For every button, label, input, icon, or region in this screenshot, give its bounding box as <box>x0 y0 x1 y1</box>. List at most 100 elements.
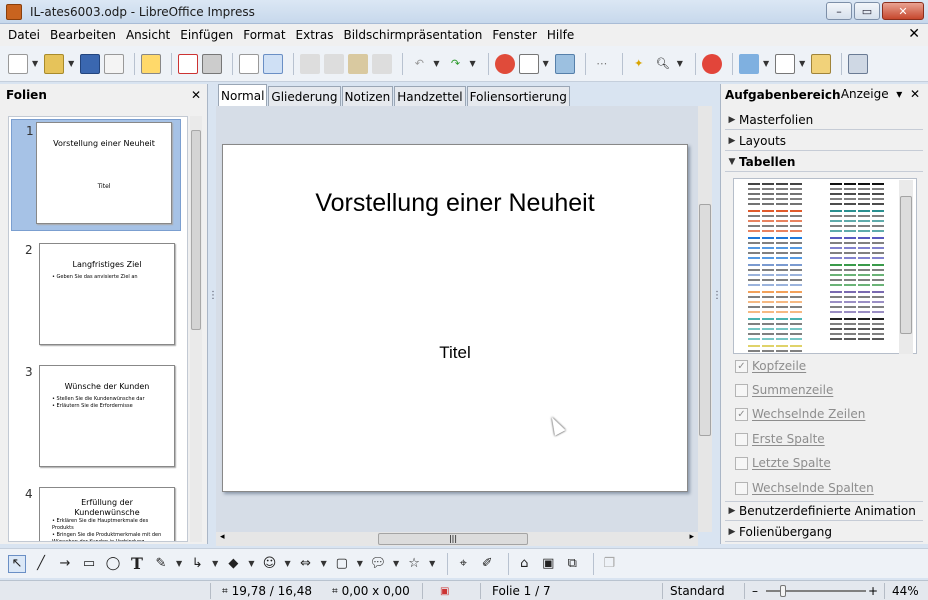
chart-icon[interactable] <box>494 53 515 74</box>
paste-icon[interactable] <box>348 53 369 74</box>
maximize-button[interactable]: ▭ <box>854 2 880 20</box>
letzte-spalte-checkbox[interactable] <box>735 456 748 470</box>
save-icon[interactable] <box>80 53 101 74</box>
erste-spalte-checkbox[interactable] <box>735 432 748 446</box>
slide-entry-3[interactable]: 3 Wünsche der Kunden • Stellen Sie die K… <box>11 361 181 473</box>
table-style-swatch[interactable] <box>748 264 802 286</box>
task-pane-view-menu[interactable]: Anzeige ▾ ✕ <box>841 87 920 101</box>
line-icon[interactable]: ╱ <box>32 555 50 573</box>
slide-thumbnail[interactable]: Wünsche der Kunden • Stellen Sie die Kun… <box>39 365 175 467</box>
canvas-horizontal-scrollbar[interactable]: ◂ ||| ▸ <box>216 532 698 546</box>
tab-handzettel[interactable]: Handzettel <box>394 86 466 106</box>
undo-icon[interactable]: ↶ <box>409 54 429 74</box>
gallery-scrollbar[interactable] <box>899 180 913 354</box>
canvas-hscroll-thumb[interactable]: ||| <box>378 533 528 545</box>
redo-dropdown-icon[interactable]: ▼ <box>469 59 475 68</box>
callouts-dropdown-icon[interactable]: ▼ <box>393 559 399 568</box>
table-style-swatch[interactable] <box>830 264 884 286</box>
section-benutzerdefinierte-animation[interactable]: ▶ Benutzerdefinierte Animation <box>725 501 923 521</box>
export-pdf-icon[interactable] <box>178 53 199 74</box>
connector-dropdown-icon[interactable]: ▼ <box>212 559 218 568</box>
zoom-icon[interactable]: 🔍︎ <box>653 54 673 74</box>
canvas-vscroll-thumb[interactable] <box>699 204 711 436</box>
glue-points-icon[interactable]: ✐ <box>478 555 496 573</box>
grid-icon[interactable]: ⋯ <box>592 54 612 74</box>
table-style-swatch[interactable] <box>748 210 802 232</box>
tab-notizen[interactable]: Notizen <box>341 86 394 106</box>
canvas-vertical-scrollbar[interactable] <box>698 106 712 532</box>
slides-scroll-thumb[interactable] <box>191 130 201 330</box>
section-tabellen[interactable]: ▼ Tabellen <box>725 152 923 172</box>
wechselnde-spalten-checkbox[interactable] <box>735 481 748 495</box>
basic-shapes-dropdown-icon[interactable]: ▼ <box>248 559 254 568</box>
flowchart-icon[interactable]: ▢ <box>333 555 351 573</box>
slide-thumbnail[interactable]: Erfüllung der Kundenwünsche • Erklären S… <box>39 487 175 541</box>
copy-icon[interactable] <box>324 53 345 74</box>
slide-title-text[interactable]: Vorstellung einer Neuheit <box>223 189 687 218</box>
table-style-swatch[interactable] <box>830 318 884 340</box>
menu-fenster[interactable]: Fenster <box>488 28 541 42</box>
slides-pane-close-button[interactable]: ✕ <box>191 88 201 102</box>
line-arrow-icon[interactable]: → <box>56 555 74 573</box>
document-modified-icon[interactable]: ▣ <box>440 583 449 599</box>
slide-thumbnail[interactable]: Langfristiges Ziel • Geben Sie das anvis… <box>39 243 175 345</box>
zoom-dropdown-icon[interactable]: ▼ <box>677 59 683 68</box>
wechselnde-zeilen-checkbox[interactable]: ✓ <box>735 407 748 421</box>
option-kopfzeile[interactable]: ✓ Kopfzeile <box>735 356 806 376</box>
new-document-icon[interactable] <box>8 53 28 74</box>
menu-extras[interactable]: Extras <box>292 28 338 42</box>
tab-normal[interactable]: Normal <box>218 84 268 106</box>
slide-entry-1[interactable]: 1 Vorstellung einer Neuheit Titel <box>11 119 181 231</box>
zoom-level[interactable]: 44% <box>892 583 919 599</box>
option-wechselnde-spalten[interactable]: Wechselnde Spalten <box>735 478 874 498</box>
tab-gliederung[interactable]: Gliederung <box>268 86 341 106</box>
slides-list[interactable]: 1 Vorstellung einer Neuheit Titel 2 Lang… <box>8 116 188 542</box>
slides-scrollbar[interactable] <box>190 116 202 542</box>
open-folder-icon[interactable] <box>44 53 65 74</box>
kopfzeile-checkbox[interactable]: ✓ <box>735 359 748 373</box>
slide-design-icon[interactable] <box>811 53 832 74</box>
clone-formatting-icon[interactable] <box>372 53 393 74</box>
section-masterfolien[interactable]: ▶ Masterfolien <box>725 110 923 130</box>
slide-layout-icon[interactable] <box>775 53 796 74</box>
table-style-gallery[interactable] <box>733 178 917 354</box>
callouts-icon[interactable]: 💬︎ <box>369 555 387 573</box>
slide-entry-2[interactable]: 2 Langfristiges Ziel • Geben Sie das anv… <box>11 239 181 351</box>
block-arrows-icon[interactable]: ⇔ <box>297 555 315 573</box>
curve-icon[interactable]: ✎ <box>152 555 170 573</box>
option-wechselnde-zeilen[interactable]: ✓ Wechselnde Zeilen <box>735 404 865 424</box>
scroll-left-icon[interactable]: ◂ <box>220 532 225 542</box>
basic-shapes-icon[interactable]: ◆ <box>224 555 242 573</box>
gallery-scroll-thumb[interactable] <box>900 196 912 334</box>
table-style-swatch[interactable] <box>748 318 802 340</box>
print-icon[interactable] <box>202 53 223 74</box>
table-style-swatch[interactable] <box>830 210 884 232</box>
menu-format[interactable]: Format <box>239 28 289 42</box>
redo-icon[interactable]: ↷ <box>445 54 465 74</box>
rectangle-icon[interactable]: ▭ <box>80 555 98 573</box>
extrusion-icon[interactable]: ⧉ <box>563 555 581 573</box>
zoom-slider-handle[interactable] <box>780 585 786 597</box>
symbol-shapes-dropdown-icon[interactable]: ▼ <box>284 559 290 568</box>
menu-hilfe[interactable]: Hilfe <box>543 28 578 42</box>
slide-thumbnail[interactable]: Vorstellung einer Neuheit Titel <box>36 122 172 224</box>
table-dropdown-icon[interactable]: ▼ <box>543 59 549 68</box>
select-arrow-icon[interactable]: ↖ <box>8 554 26 573</box>
table-style-swatch[interactable] <box>830 237 884 259</box>
close-window-button[interactable]: ✕ <box>882 2 924 20</box>
stars-dropdown-icon[interactable]: ▼ <box>429 559 435 568</box>
close-document-button[interactable]: ✕ <box>908 26 920 42</box>
table-style-swatch[interactable] <box>748 237 802 259</box>
help-icon[interactable] <box>701 53 722 74</box>
text-icon[interactable]: T <box>128 554 146 573</box>
tab-foliensortierung[interactable]: Foliensortierung <box>466 86 570 106</box>
minimize-button[interactable]: – <box>826 2 852 20</box>
option-summenzeile[interactable]: Summenzeile <box>735 380 833 400</box>
table-style-swatch[interactable] <box>830 183 884 205</box>
section-layouts[interactable]: ▶ Layouts <box>725 131 923 151</box>
menu-datei[interactable]: Datei <box>4 28 44 42</box>
right-splitter-grip[interactable]: ⋮ <box>712 290 722 301</box>
stars-icon[interactable]: ☆ <box>405 555 423 573</box>
display-grid-icon[interactable] <box>738 53 759 74</box>
flowchart-dropdown-icon[interactable]: ▼ <box>357 559 363 568</box>
